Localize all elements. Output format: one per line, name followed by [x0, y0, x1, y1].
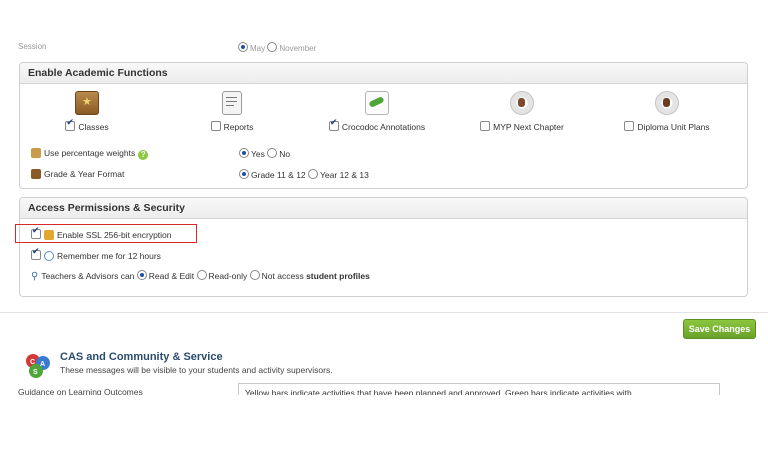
myp-checkbox[interactable] [480, 121, 491, 131]
percentage-yes-radio[interactable] [239, 148, 249, 158]
academic-functions-title: Enable Academic Functions [20, 63, 747, 84]
read-only-label: Read-only [208, 271, 248, 281]
classes-checkbox[interactable] [65, 118, 76, 131]
academic-functions-panel: Enable Academic Functions ★ Classes Repo… [19, 62, 748, 189]
cas-icon: C A S [24, 352, 52, 380]
percentage-no-label: No [279, 149, 291, 159]
access-security-title: Access Permissions & Security [20, 198, 747, 219]
svg-text:S: S [33, 369, 38, 376]
read-edit-label: Read & Edit [148, 271, 195, 281]
grade-format-options: Grade 11 & 12 Year 12 & 13 [239, 169, 369, 180]
function-crocodoc: Crocodoc Annotations [317, 91, 437, 132]
weights-icon [31, 148, 41, 158]
percentage-weights-options: Yes No [239, 148, 290, 159]
function-myp: MYP Next Chapter [462, 91, 582, 132]
help-icon[interactable]: ? [138, 150, 149, 160]
remember-checkbox[interactable] [31, 247, 41, 260]
grade-11-12-label: Grade 11 & 12 [251, 170, 306, 180]
session-label: Session [18, 42, 47, 51]
classes-label: Classes [78, 122, 109, 132]
reports-icon [222, 91, 242, 115]
not-access-label: Not access [261, 271, 304, 281]
reports-label: Reports [223, 122, 254, 132]
grade-format-row: Grade & Year Format [31, 169, 124, 179]
grade-format-icon [31, 169, 41, 179]
teachers-label: Teachers & Advisors can [41, 271, 135, 281]
cas-title: CAS and Community & Service [60, 351, 223, 363]
access-security-panel: Access Permissions & Security Enable SSL… [19, 197, 748, 297]
remember-label: Remember me for 12 hours [57, 251, 161, 261]
year-12-13-radio[interactable] [308, 169, 319, 179]
save-changes-button[interactable]: Save Changes [683, 319, 756, 339]
search-icon: ⚲ [31, 271, 39, 282]
reports-checkbox[interactable] [210, 121, 221, 131]
svg-text:C: C [30, 359, 35, 366]
crocodoc-checkbox[interactable] [328, 118, 339, 131]
guidance-textarea[interactable]: Yellow bars indicate activities that hav… [238, 383, 720, 395]
svg-text:A: A [40, 361, 45, 368]
session-november-radio[interactable] [267, 42, 278, 52]
ssl-highlight-box [15, 224, 197, 243]
crocodoc-icon [365, 91, 389, 115]
student-profiles-label: student profiles [306, 271, 370, 281]
teachers-row: ⚲ Teachers & Advisors can Read & Edit Rea… [31, 270, 370, 282]
clock-icon [44, 251, 54, 261]
read-edit-radio[interactable] [136, 270, 147, 280]
session-november-label: November [279, 44, 317, 53]
guidance-label: Guidance on Learning Outcomes [18, 387, 143, 395]
percentage-weights-label: Use percentage weights [44, 148, 136, 158]
diploma-label: Diploma Unit Plans [637, 122, 710, 132]
read-only-radio[interactable] [196, 270, 207, 280]
grade-11-12-radio[interactable] [239, 169, 249, 179]
percentage-weights-row: Use percentage weights? [31, 148, 149, 160]
crocodoc-label: Crocodoc Annotations [341, 122, 426, 132]
grade-format-label: Grade & Year Format [44, 169, 125, 179]
diploma-icon [655, 91, 679, 115]
percentage-no-radio[interactable] [267, 148, 278, 158]
session-options: May November [238, 42, 316, 53]
session-may-radio[interactable] [238, 42, 248, 52]
settings-page: Session May November Enable Academic Fun… [0, 0, 768, 395]
session-may-label: May [250, 44, 266, 53]
diploma-checkbox[interactable] [624, 121, 635, 131]
percentage-yes-label: Yes [251, 149, 265, 159]
year-12-13-label: Year 12 & 13 [320, 170, 369, 180]
section-divider [0, 312, 768, 313]
function-reports: Reports [172, 91, 292, 132]
myp-icon [510, 91, 534, 115]
classes-icon: ★ [75, 91, 99, 115]
function-classes: ★ Classes [27, 91, 147, 132]
cas-subtitle: These messages will be visible to your s… [60, 365, 333, 375]
remember-row: Remember me for 12 hours [31, 247, 161, 261]
function-diploma: Diploma Unit Plans [607, 91, 727, 132]
myp-label: MYP Next Chapter [493, 122, 564, 132]
not-access-radio[interactable] [249, 270, 260, 280]
